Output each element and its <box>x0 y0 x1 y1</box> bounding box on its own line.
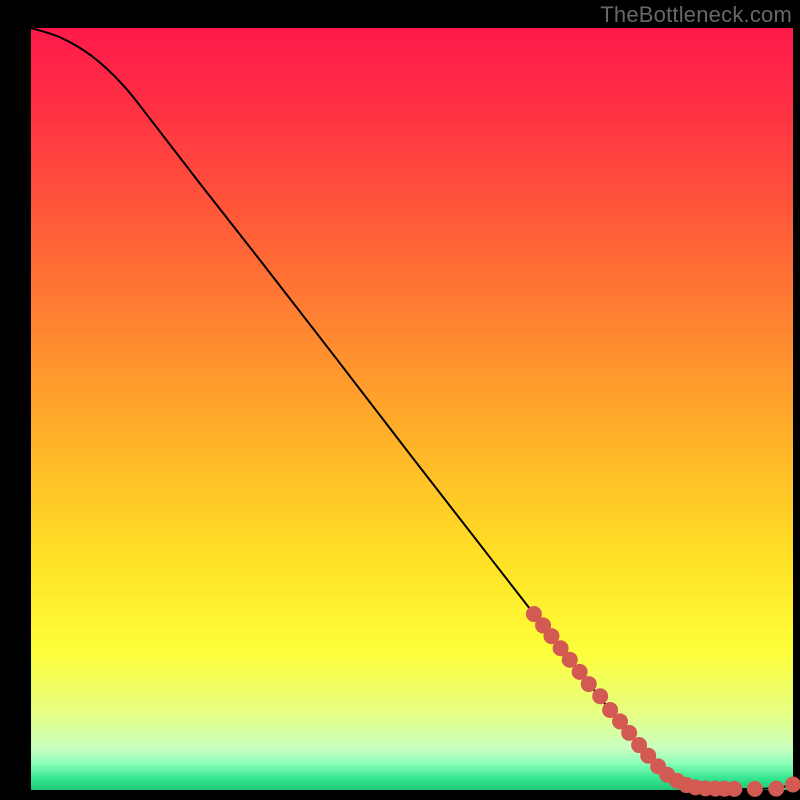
watermark-text: TheBottleneck.com <box>600 2 792 28</box>
data-marker <box>747 781 763 797</box>
data-marker <box>592 688 608 704</box>
plot-background <box>31 28 793 790</box>
chart-frame: TheBottleneck.com <box>0 0 800 800</box>
data-marker <box>726 781 742 797</box>
chart-canvas <box>0 0 800 800</box>
data-marker <box>768 781 784 797</box>
data-marker <box>581 676 597 692</box>
